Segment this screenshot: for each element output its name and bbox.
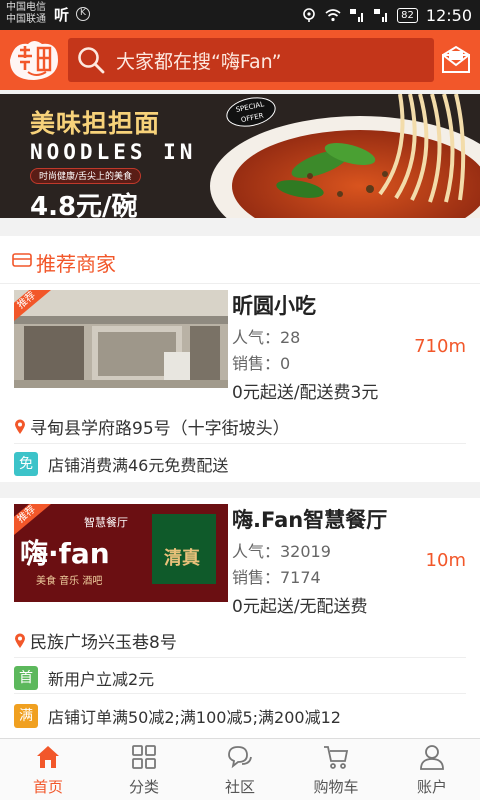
status-right: 82 12:50 <box>301 5 472 25</box>
thumb-smart-text: 智慧餐厅 <box>84 516 128 529</box>
app-notification-text: 听 <box>54 6 70 24</box>
promo-text: 店铺订单满50减2;满100减5;满200减12 <box>48 708 341 727</box>
shop-card[interactable]: 推荐 昕圆小吃 人气：28 销售：0 0元起送/配送费3元 710m 寻甸县学府… <box>0 284 480 482</box>
home-icon <box>37 746 59 768</box>
promo-row: 满 店铺订单满50减2;满100减5;满200减12 <box>14 700 341 732</box>
shop-card[interactable]: 嗨·fan 智慧餐厅 美食 音乐 酒吧 清真 推荐 嗨.Fan智慧餐厅 人气：3… <box>0 498 480 738</box>
shop-delivery-info: 0元起送/配送费3元 <box>232 383 379 403</box>
free-delivery-badge: 免 <box>14 452 38 476</box>
shop-address-row: 民族广场兴玉巷8号 <box>14 624 466 658</box>
search-bar[interactable]: 大家都在搜“嗨Fan” <box>68 38 434 82</box>
cart-icon <box>324 746 349 769</box>
shop-address: 寻甸县学府路95号（十字街坡头） <box>30 419 290 439</box>
shop-name: 昕圆小吃 <box>232 294 316 318</box>
new-user-badge: 首 <box>14 665 38 690</box>
shop-name: 嗨.Fan智慧餐厅 <box>232 508 388 532</box>
shop-distance: 10m <box>425 550 466 571</box>
signal-4g-icon <box>350 9 364 22</box>
tab-label: 社区 <box>224 778 255 796</box>
clock: 12:50 <box>425 5 472 25</box>
carrier-1: 中国电信 <box>6 2 46 13</box>
signal-3g-icon <box>374 9 388 22</box>
banner-subtitle: NOODLES IN <box>30 140 197 164</box>
discount-badge: 满 <box>14 704 38 728</box>
location-icon <box>303 8 315 22</box>
bottom-tab-bar: 首页 分类 社区 购物车 账户 <box>0 738 480 800</box>
carrier-2: 中国联通 <box>6 14 46 25</box>
tab-home[interactable]: 首页 <box>0 739 96 800</box>
tab-community[interactable]: 社区 <box>192 739 288 800</box>
tab-account[interactable]: 账户 <box>384 739 480 800</box>
shop-sales: 销售：0 <box>232 354 291 373</box>
wifi-icon <box>325 9 341 22</box>
storefront-image <box>14 290 228 388</box>
thumb-features-text: 美食 音乐 酒吧 <box>36 576 103 587</box>
search-placeholder: 大家都在搜“嗨Fan” <box>116 50 282 73</box>
banner-title: 美味担担面 <box>30 109 161 138</box>
category-icon <box>132 745 156 769</box>
location-pin-icon <box>15 633 25 648</box>
shop-distance: 710m <box>414 336 466 357</box>
section-title: 推荐商家 <box>36 252 116 276</box>
k-icon: K <box>76 7 90 21</box>
tab-label: 首页 <box>32 778 63 796</box>
status-bar: 中国电信 中国联通 听 K 82 12:50 <box>0 0 480 30</box>
location-pin-icon <box>15 419 25 434</box>
community-icon <box>228 746 252 769</box>
thumb-brand-text: 嗨·fan <box>20 537 110 570</box>
promo-banner[interactable]: 美味担担面 NOODLES IN 时尚健康/舌尖上的美食 4.8元/碗 SPEC… <box>0 94 480 218</box>
banner-price: 4.8元/碗 <box>30 192 138 218</box>
tab-label: 分类 <box>128 778 159 796</box>
promo-row: 免 店铺消费满46元免费配送 <box>14 448 228 480</box>
shop-address: 民族广场兴玉巷8号 <box>30 633 177 653</box>
shop-thumbnail: 嗨·fan 智慧餐厅 美食 音乐 酒吧 清真 推荐 <box>14 504 228 602</box>
shop-popularity: 人气：28 <box>232 328 301 347</box>
app-header: 大家都在搜“嗨Fan” <box>0 30 480 90</box>
promo-row: 首 新用户立减2元 <box>14 662 466 694</box>
tab-label: 账户 <box>416 778 447 796</box>
app-logo[interactable] <box>6 36 62 84</box>
carrier-info: 中国电信 中国联通 <box>6 2 46 26</box>
thumb-halal-text: 清真 <box>164 548 200 569</box>
shop-address-row: 寻甸县学府路95号（十字街坡头） <box>14 410 466 444</box>
message-icon[interactable] <box>440 44 472 76</box>
tab-category[interactable]: 分类 <box>96 739 192 800</box>
shop-thumbnail: 推荐 <box>14 290 228 388</box>
shop-popularity: 人气：32019 <box>232 542 331 561</box>
tab-cart[interactable]: 购物车 <box>288 739 384 800</box>
recommended-section-header: 推荐商家 <box>0 236 480 284</box>
account-icon <box>420 745 444 770</box>
promo-text: 新用户立减2元 <box>48 669 155 689</box>
banner-tagline: 时尚健康/舌尖上的美食 <box>30 168 142 184</box>
shop-sales: 销售：7174 <box>232 568 321 587</box>
promo-text: 店铺消费满46元免费配送 <box>48 456 229 475</box>
tab-label: 购物车 <box>313 778 359 796</box>
battery-level: 82 <box>397 7 418 23</box>
search-icon <box>78 47 105 74</box>
shop-icon <box>12 253 32 267</box>
shop-delivery-info: 0元起送/无配送费 <box>232 597 368 617</box>
